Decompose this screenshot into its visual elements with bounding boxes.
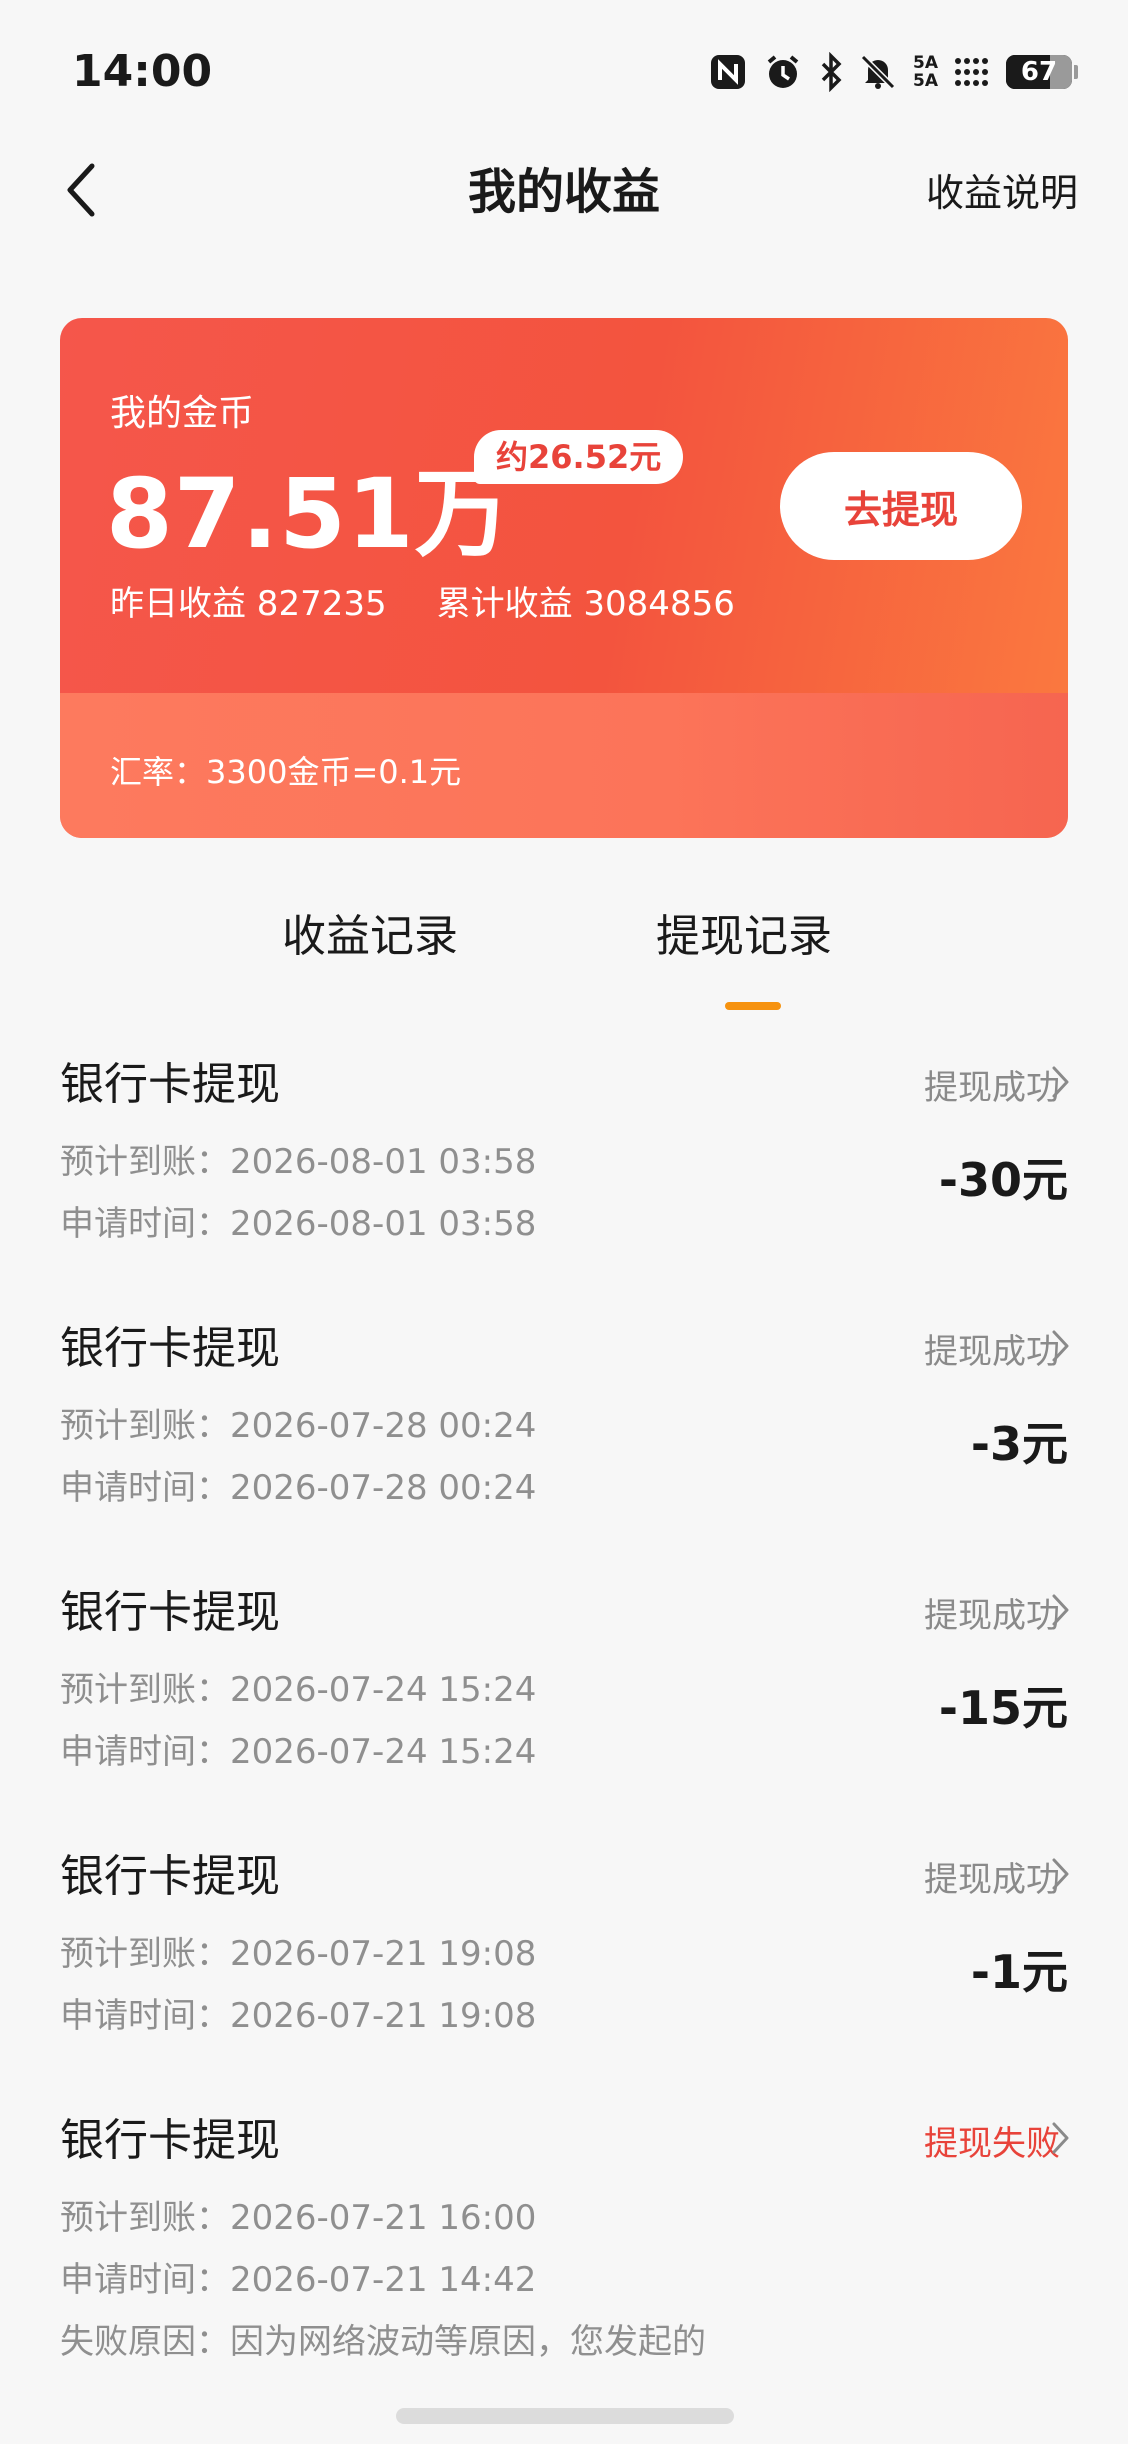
signal-bars-icon — [954, 55, 990, 89]
yesterday-earnings: 昨日收益 827235 — [110, 584, 387, 624]
record-expected-time: 预计到账：2026-08-01 03:58 — [60, 1142, 537, 1182]
earnings-page: 14:00 5A 5A 67 我的收益 收益说明 我的金币 87.51万 约26… — [0, 0, 1128, 2444]
chevron-right-icon — [1052, 1066, 1069, 1098]
chevron-right-icon — [1052, 1858, 1069, 1890]
record-status[interactable]: 提现成功 — [924, 1852, 1060, 1901]
signal-icon: 5A 5A — [913, 54, 938, 90]
record-status[interactable]: 提现成功 — [924, 1060, 1060, 1109]
record-title: 银行卡提现 — [60, 1323, 280, 1374]
record-applied-time: 申请时间：2026-07-21 19:08 — [60, 1996, 537, 2036]
approx-value-badge: 约26.52元 — [474, 430, 684, 484]
chevron-right-icon — [1052, 1594, 1069, 1626]
record-title: 银行卡提现 — [60, 1587, 280, 1638]
chevron-right-icon — [1052, 1330, 1069, 1362]
record-expected-time: 预计到账：2026-07-24 15:24 — [60, 1670, 537, 1710]
record-status[interactable]: 提现失败 — [924, 2116, 1060, 2165]
record-amount: -15元 — [938, 1681, 1068, 1735]
network-label-bottom: 5A — [913, 71, 938, 91]
network-label-top: 5A — [913, 53, 938, 73]
record-amount: -30元 — [938, 1153, 1068, 1207]
battery-cap — [1074, 65, 1078, 79]
status-icons: 5A 5A 67 — [709, 52, 1078, 92]
tab-income-records[interactable]: 收益记录 — [282, 900, 458, 964]
battery-level: 67 — [1020, 57, 1058, 87]
list-item[interactable]: 银行卡提现 提现失败预计到账：2026-07-21 16:00 申请时间：2026-… — [0, 2104, 1128, 2368]
battery-body: 67 — [1006, 55, 1072, 89]
tab-withdraw-records[interactable]: 提现记录 — [656, 900, 832, 964]
tab-active-indicator — [725, 1002, 781, 1010]
coin-label: 我的金币 — [110, 393, 255, 434]
status-bar: 14:00 5A 5A 67 — [0, 0, 1128, 150]
record-status[interactable]: 提现成功 — [924, 1588, 1060, 1637]
withdraw-records-list: 银行卡提现 提现成功 预计到账：2026-08-01 03:58 申请时间：2026-… — [0, 1048, 1128, 2368]
alarm-icon — [763, 52, 803, 92]
record-tabs: 收益记录 提现记录 — [0, 900, 1128, 1020]
earnings-info-link[interactable]: 收益说明 — [926, 162, 1078, 217]
record-applied-time: 申请时间：2026-07-24 15:24 — [60, 1732, 537, 1772]
record-expected-time: 预计到账：2026-07-21 19:08 — [60, 1934, 537, 1974]
record-amount: -3元 — [970, 1417, 1068, 1471]
record-applied-time: 申请时间：2026-07-21 14:42 — [60, 2260, 537, 2300]
bluetooth-icon — [819, 52, 843, 92]
withdraw-button[interactable]: 去提现 — [780, 452, 1022, 560]
record-applied-time: 申请时间：2026-07-28 00:24 — [60, 1468, 537, 1508]
record-status[interactable]: 提现成功 — [924, 1324, 1060, 1373]
coin-value: 87.51万 — [106, 458, 512, 570]
home-indicator[interactable] — [396, 2408, 734, 2424]
earnings-card: 我的金币 87.51万 约26.52元 去提现 昨日收益 827235 累计收益… — [60, 318, 1068, 838]
record-title: 银行卡提现 — [60, 2115, 280, 2166]
record-expected-time: 预计到账：2026-07-28 00:24 — [60, 1406, 537, 1446]
list-item[interactable]: 银行卡提现 提现成功预计到账：2026-08-01 03:58 申请时间：2026-… — [0, 1048, 1128, 1312]
list-item[interactable]: 银行卡提现 提现成功预计到账：2026-07-24 15:24 申请时间：2026-… — [0, 1576, 1128, 1840]
exchange-rate: 汇率：3300金币=0.1元 — [110, 753, 462, 791]
mute-bell-icon — [859, 53, 897, 91]
stats-row: 昨日收益 827235 累计收益 3084856 — [110, 576, 735, 625]
battery-icon: 67 — [1006, 55, 1078, 89]
list-item[interactable]: 银行卡提现 提现成功预计到账：2026-07-28 00:24 申请时间：2026-… — [0, 1312, 1128, 1576]
list-item[interactable]: 银行卡提现 提现成功预计到账：2026-07-21 19:08 申请时间：2026-… — [0, 1840, 1128, 2104]
record-amount: -1元 — [970, 1945, 1068, 1999]
record-expected-time: 预计到账：2026-07-21 16:00 — [60, 2198, 537, 2238]
card-bottom: 汇率：3300金币=0.1元 — [60, 693, 1068, 838]
record-fail-reason: 失败原因：因为网络波动等原因，您发起的 — [60, 2322, 706, 2362]
chevron-right-icon — [1052, 2122, 1069, 2154]
record-title: 银行卡提现 — [60, 1851, 280, 1902]
total-earnings: 累计收益 3084856 — [436, 584, 735, 624]
nfc-icon — [709, 53, 747, 91]
card-top: 我的金币 87.51万 约26.52元 去提现 昨日收益 827235 累计收益… — [60, 318, 1068, 693]
record-title: 银行卡提现 — [60, 1059, 280, 1110]
record-applied-time: 申请时间：2026-08-01 03:58 — [60, 1204, 537, 1244]
status-time: 14:00 — [72, 46, 213, 97]
